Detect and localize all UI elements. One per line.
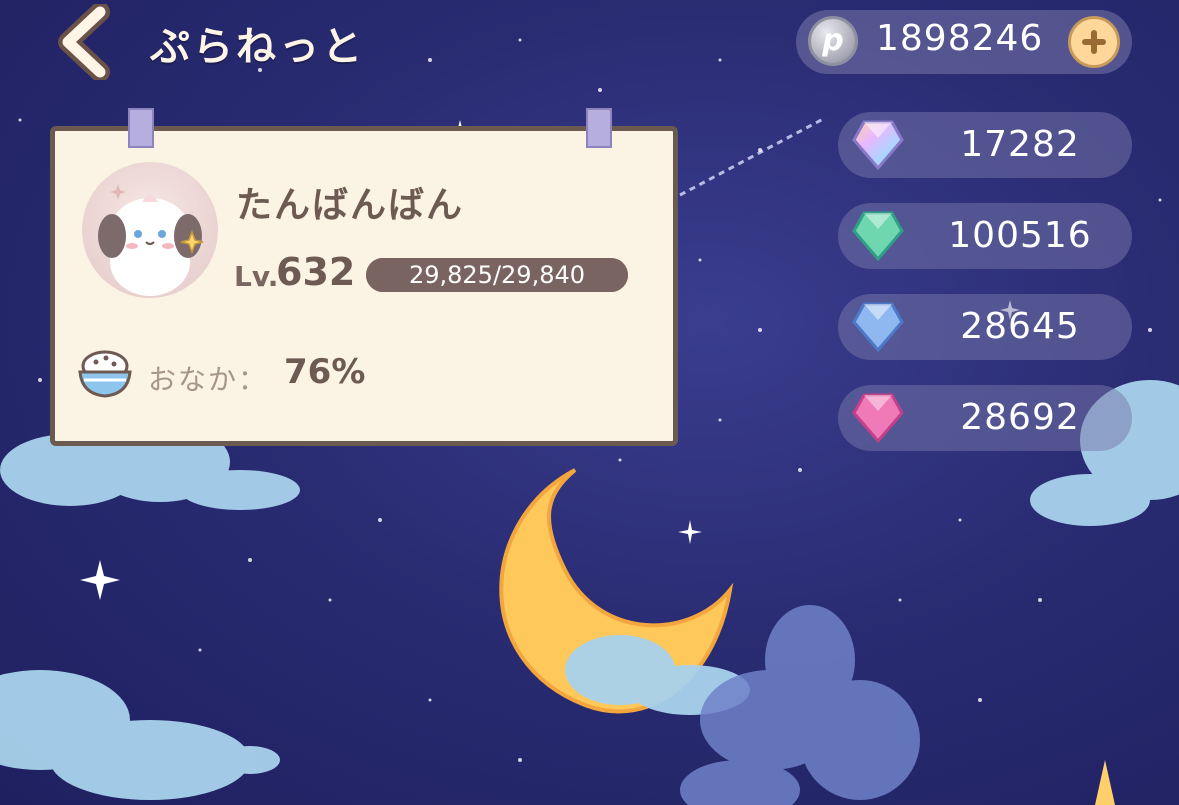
rice-bowl-icon [78, 350, 132, 398]
exp-bar: 29,825/29,840 [366, 258, 628, 292]
player-name: たんばんばん [236, 185, 465, 226]
coin-icon: p [808, 16, 858, 66]
page-title: ぷらねっと [150, 24, 365, 70]
avatar[interactable] [82, 162, 218, 298]
back-button[interactable] [52, 2, 122, 82]
puppy-avatar-icon [98, 184, 204, 296]
pink-gem-icon [852, 393, 904, 444]
hunger-value: 76% [284, 352, 366, 392]
blue-gem-icon [852, 302, 904, 353]
green-gem-icon [852, 211, 904, 262]
shooting-star [679, 116, 826, 197]
gem-value-green: 100516 [948, 215, 1092, 256]
gem-value-blue: 28645 [960, 306, 1080, 347]
level-value: 632 [276, 250, 356, 294]
add-coins-button[interactable] [1068, 16, 1120, 68]
gem-value-rainbow: 17282 [960, 124, 1080, 165]
lamp-tip [1095, 760, 1115, 805]
rainbow-gem-icon [852, 120, 904, 171]
chevron-left-icon [58, 2, 110, 82]
tape-left [128, 108, 154, 148]
cloud-left-bottom [0, 670, 280, 800]
tape-right [586, 108, 612, 148]
coin-value: 1898246 [876, 18, 1044, 59]
level-prefix: Lv. [234, 260, 279, 293]
exp-text: 29,825/29,840 [408, 261, 586, 289]
gem-value-pink: 28692 [960, 397, 1080, 438]
hunger-label: おなか： [148, 363, 269, 396]
